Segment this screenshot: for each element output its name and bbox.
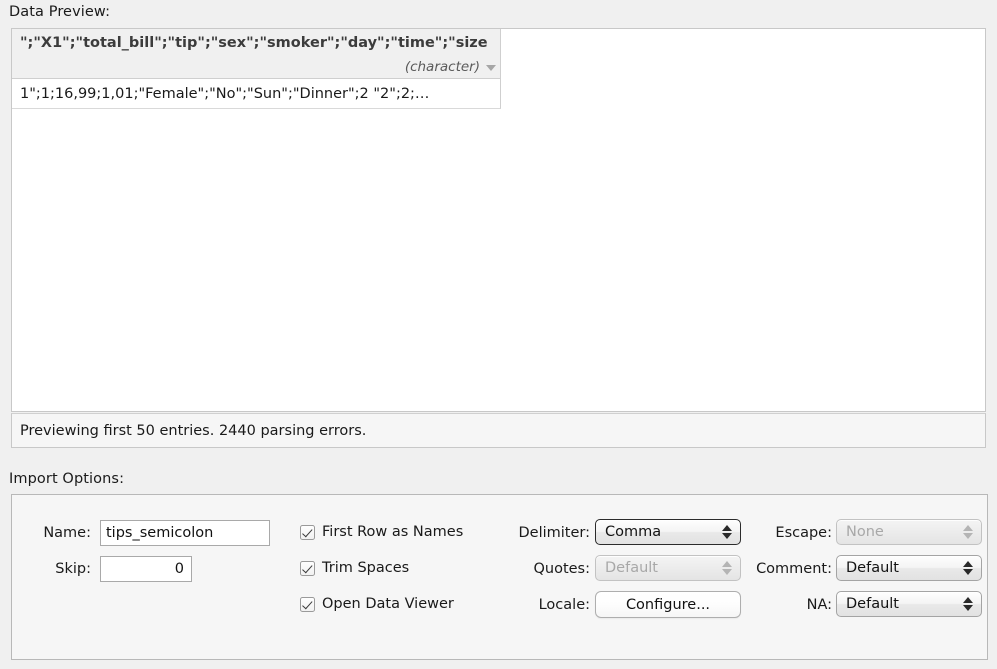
column-type-selector[interactable]: (character) bbox=[404, 59, 496, 75]
escape-value: None bbox=[846, 524, 884, 540]
stepper-arrows-icon[interactable] bbox=[963, 561, 973, 575]
preview-status-text: Previewing first 50 entries. 2440 parsin… bbox=[20, 422, 367, 439]
checkbox-label-trim-spaces: Trim Spaces bbox=[322, 560, 410, 576]
preview-status-bar: Previewing first 50 entries. 2440 parsin… bbox=[11, 413, 986, 448]
quotes-value: Default bbox=[605, 560, 658, 576]
locale-label: Locale: bbox=[538, 597, 590, 613]
quotes-label: Quotes: bbox=[533, 561, 590, 577]
data-preview-heading: Data Preview: bbox=[9, 4, 111, 20]
skip-label: Skip: bbox=[55, 561, 91, 577]
preview-column: ";"X1";"total_bill";"tip";"sex";"smoker"… bbox=[12, 29, 501, 109]
locale-configure-button[interactable]: Configure... bbox=[595, 591, 741, 618]
delimiter-select[interactable]: Comma bbox=[595, 519, 741, 545]
na-select[interactable]: Default bbox=[836, 591, 982, 617]
checkbox-trim-spaces[interactable]: Trim Spaces bbox=[300, 560, 409, 576]
checkmark-icon[interactable] bbox=[300, 596, 315, 612]
import-options-heading: Import Options: bbox=[9, 471, 125, 487]
quotes-select: Default bbox=[595, 555, 741, 581]
na-label: NA: bbox=[806, 597, 832, 613]
column-header-name: ";"X1";"total_bill";"tip";"sex";"smoker"… bbox=[20, 35, 488, 51]
skip-input[interactable] bbox=[100, 556, 192, 582]
column-type-label: (character) bbox=[404, 59, 480, 75]
stepper-arrows-icon[interactable] bbox=[963, 597, 973, 611]
comment-value: Default bbox=[846, 560, 899, 576]
column-header[interactable]: ";"X1";"total_bill";"tip";"sex";"smoker"… bbox=[12, 29, 501, 79]
stepper-arrows-icon bbox=[963, 525, 973, 539]
escape-label: Escape: bbox=[775, 525, 832, 541]
import-text-data-dialog: Data Preview: ";"X1";"total_bill";"tip";… bbox=[0, 0, 997, 669]
checkmark-icon[interactable] bbox=[300, 560, 315, 576]
checkbox-first-row-as-names[interactable]: First Row as Names bbox=[300, 524, 463, 540]
delimiter-value: Comma bbox=[605, 524, 662, 540]
table-cell-value: 1";1;16,99;1,01;"Female";"No";"Sun";"Din… bbox=[20, 85, 430, 102]
name-input[interactable] bbox=[100, 520, 270, 546]
locale-configure-label: Configure... bbox=[625, 596, 711, 613]
checkbox-label-first-row-as-names: First Row as Names bbox=[322, 524, 464, 540]
import-options-panel: Name: Skip: First Row as Names Trim Spac… bbox=[11, 494, 988, 660]
checkbox-label-open-data-viewer: Open Data Viewer bbox=[322, 596, 454, 612]
comment-select[interactable]: Default bbox=[836, 555, 982, 581]
name-label: Name: bbox=[43, 525, 91, 541]
checkmark-icon[interactable] bbox=[300, 524, 315, 540]
checkbox-open-data-viewer[interactable]: Open Data Viewer bbox=[300, 596, 454, 612]
na-value: Default bbox=[846, 596, 899, 612]
table-row[interactable]: 1";1;16,99;1,01;"Female";"No";"Sun";"Din… bbox=[12, 79, 501, 109]
chevron-down-icon[interactable] bbox=[486, 65, 496, 71]
escape-select: None bbox=[836, 519, 982, 545]
comment-label: Comment: bbox=[756, 561, 832, 577]
data-preview-grid[interactable]: ";"X1";"total_bill";"tip";"sex";"smoker"… bbox=[11, 28, 986, 412]
delimiter-label: Delimiter: bbox=[518, 525, 591, 541]
